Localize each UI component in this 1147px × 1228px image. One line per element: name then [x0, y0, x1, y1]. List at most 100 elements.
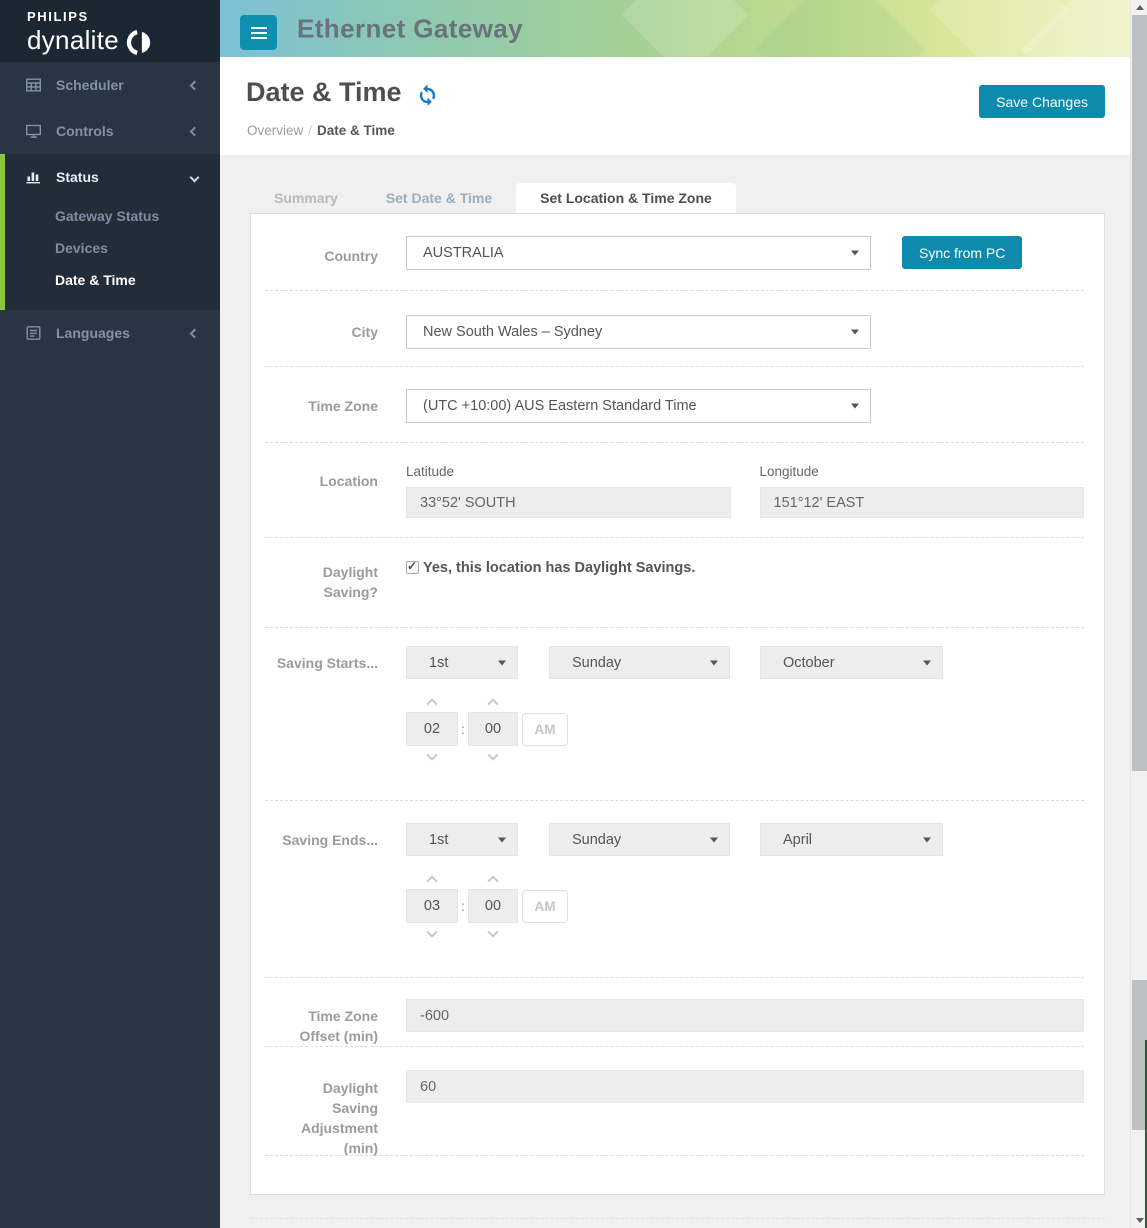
hour-decrement-button[interactable]	[406, 746, 458, 768]
timezone-label: Time Zone	[265, 367, 378, 443]
app-title: Ethernet Gateway	[297, 13, 523, 44]
saving-starts-month-select[interactable]: October	[760, 646, 943, 679]
menu-toggle-button[interactable]	[240, 15, 277, 50]
saving-starts-minute-field[interactable]: 00	[468, 712, 518, 746]
dropdown-arrow-icon	[851, 404, 859, 409]
hour-increment-button[interactable]	[406, 867, 458, 889]
city-select-value: New South Wales – Sydney	[423, 324, 602, 340]
dynalite-logo-mark	[124, 30, 156, 55]
latitude-field[interactable]	[406, 487, 731, 518]
breadcrumb-separator: /	[308, 123, 312, 138]
city-label: City	[265, 291, 378, 367]
sync-from-pc-button[interactable]: Sync from PC	[902, 236, 1022, 269]
location-row: Location Latitude Longitude	[251, 443, 1104, 538]
refresh-icon[interactable]	[416, 83, 439, 106]
sidebar-item-languages[interactable]: Languages	[0, 310, 220, 356]
sidebar-item-controls[interactable]: Controls	[0, 108, 220, 154]
scheduler-icon	[25, 77, 43, 93]
minute-increment-button[interactable]	[468, 867, 518, 889]
vertical-scrollbar[interactable]	[1130, 0, 1147, 1228]
saving-starts-day-select[interactable]: Sunday	[549, 646, 730, 679]
languages-icon	[25, 325, 43, 341]
controls-icon	[25, 123, 43, 139]
timezone-row: Time Zone (UTC +10:00) AUS Eastern Stand…	[251, 367, 1104, 443]
brand-logo: PHILIPS dynalite	[0, 0, 220, 62]
day-value: Sunday	[572, 832, 621, 848]
chevron-left-icon	[190, 328, 200, 338]
saving-starts-ampm-toggle[interactable]: AM	[522, 713, 568, 746]
sidebar-nav: Scheduler Controls S	[0, 62, 220, 356]
dropdown-arrow-icon	[851, 251, 859, 256]
saving-starts-ordinal-select[interactable]: 1st	[406, 646, 518, 679]
day-value: Sunday	[572, 655, 621, 671]
dropdown-arrow-icon	[710, 660, 718, 665]
saving-ends-ampm-toggle[interactable]: AM	[522, 890, 568, 923]
footer-divider	[250, 1218, 1105, 1219]
app-window: PHILIPS dynalite Scheduler	[0, 0, 1147, 1228]
chevron-down-icon	[487, 749, 498, 760]
sidebar-item-label: Languages	[56, 325, 130, 341]
sidebar-item-label: Status	[56, 169, 99, 185]
daylight-adjustment-field[interactable]	[406, 1070, 1084, 1103]
daylight-adjustment-label: Daylight Saving Adjustment (min)	[265, 1047, 378, 1156]
scroll-down-icon	[1136, 1218, 1144, 1223]
dropdown-arrow-icon	[923, 837, 931, 842]
dropdown-arrow-icon	[851, 330, 859, 335]
saving-ends-ordinal-select[interactable]: 1st	[406, 823, 518, 856]
country-row: Country AUSTRALIA Sync from PC	[251, 214, 1104, 291]
save-changes-button[interactable]: Save Changes	[979, 85, 1105, 118]
timezone-offset-field[interactable]	[406, 999, 1084, 1032]
chevron-up-icon	[426, 875, 437, 886]
minute-decrement-button[interactable]	[468, 923, 518, 945]
page-title-bar: Date & Time Overview/Date & Time Save Ch…	[220, 57, 1130, 155]
scrollbar-down-button[interactable]	[1131, 1213, 1147, 1228]
saving-ends-hour-field[interactable]: 03	[406, 889, 458, 923]
time-colon: :	[458, 898, 468, 914]
chevron-left-icon	[190, 126, 200, 136]
chevron-down-icon	[426, 926, 437, 937]
sidebar-group-status: Status Gateway Status Devices Date & Tim…	[0, 154, 220, 310]
sidebar-item-devices[interactable]: Devices	[5, 232, 220, 264]
hour-increment-button[interactable]	[406, 690, 458, 712]
scrollbar-up-button[interactable]	[1131, 0, 1147, 15]
daylight-saving-label: Daylight Saving?	[265, 538, 378, 628]
chevron-down-icon	[190, 172, 200, 182]
country-select-value: AUSTRALIA	[423, 245, 504, 261]
chevron-down-icon	[426, 749, 437, 760]
saving-ends-minute-field[interactable]: 00	[468, 889, 518, 923]
daylight-savings-checkbox[interactable]	[406, 561, 419, 574]
scrollbar-thumb[interactable]	[1132, 15, 1147, 771]
minute-increment-button[interactable]	[468, 690, 518, 712]
city-select[interactable]: New South Wales – Sydney	[406, 315, 871, 349]
dynalite-wordmark: dynalite	[27, 25, 119, 56]
month-value: April	[783, 832, 812, 848]
saving-ends-month-select[interactable]: April	[760, 823, 943, 856]
country-select[interactable]: AUSTRALIA	[406, 236, 871, 270]
timezone-select-value: (UTC +10:00) AUS Eastern Standard Time	[423, 398, 697, 414]
tab-set-date-time[interactable]: Set Date & Time	[362, 183, 516, 213]
timezone-offset-label: Time Zone Offset (min)	[265, 978, 378, 1047]
minute-decrement-button[interactable]	[468, 746, 518, 768]
tab-set-location-time-zone[interactable]: Set Location & Time Zone	[516, 183, 736, 213]
tab-summary[interactable]: Summary	[250, 183, 362, 213]
breadcrumb-overview-link[interactable]: Overview	[247, 123, 303, 138]
sidebar-item-gateway-status[interactable]: Gateway Status	[5, 200, 220, 232]
timezone-select[interactable]: (UTC +10:00) AUS Eastern Standard Time	[406, 389, 871, 423]
dropdown-arrow-icon	[498, 837, 506, 842]
longitude-field[interactable]	[760, 487, 1085, 518]
sidebar-item-date-time[interactable]: Date & Time	[5, 264, 220, 296]
sidebar-item-scheduler[interactable]: Scheduler	[0, 62, 220, 108]
header-diamond-decoration	[755, 0, 925, 57]
sidebar-item-status[interactable]: Status	[5, 154, 220, 200]
hour-decrement-button[interactable]	[406, 923, 458, 945]
chevron-left-icon	[190, 80, 200, 90]
saving-starts-hour-field[interactable]: 02	[406, 712, 458, 746]
sidebar-item-label: Controls	[56, 123, 114, 139]
philips-wordmark: PHILIPS	[27, 9, 220, 24]
chevron-up-icon	[487, 875, 498, 886]
ordinal-value: 1st	[429, 655, 448, 671]
timezone-offset-row: Time Zone Offset (min)	[251, 978, 1104, 1047]
saving-ends-day-select[interactable]: Sunday	[549, 823, 730, 856]
latitude-label: Latitude	[406, 463, 731, 481]
city-row: City New South Wales – Sydney	[251, 291, 1104, 367]
